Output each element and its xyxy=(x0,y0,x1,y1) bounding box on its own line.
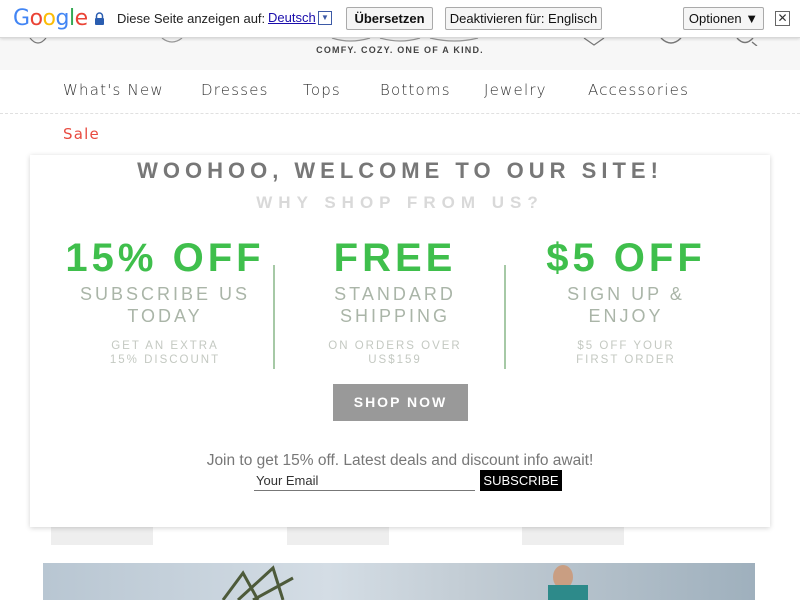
shop-now-button[interactable]: SHOP NOW xyxy=(333,384,468,421)
offer-subline: SUBSCRIBE US xyxy=(79,284,251,304)
category-tab[interactable] xyxy=(287,527,389,545)
main-nav: What's New Dresses Tops Bottoms Jewelry … xyxy=(0,70,800,114)
offer-headline: FREE xyxy=(333,236,457,280)
category-tab[interactable] xyxy=(51,527,153,545)
subscribe-button[interactable]: SUBSCRIBE xyxy=(480,470,562,491)
email-field[interactable] xyxy=(254,470,475,491)
offer-headline: 15% OFF xyxy=(65,236,265,280)
search-toggle-icon[interactable] xyxy=(160,38,184,44)
translate-prompt: Diese Seite anzeigen auf: xyxy=(117,11,266,26)
nav-item-bottoms[interactable]: Bottoms xyxy=(380,81,451,99)
offer-detail: FIRST ORDER xyxy=(576,354,676,366)
offer-sign-up: $5 OFF SIGN UP & ENJOY $5 OFF YOUR FIRST… xyxy=(511,235,741,367)
category-tab[interactable] xyxy=(522,527,624,545)
page: Google Diese Seite anzeigen auf: Deutsch… xyxy=(0,0,800,600)
nav-item-sale[interactable]: Sale xyxy=(63,125,100,143)
offer-divider xyxy=(273,265,275,369)
popup-title: WOOHOO, WELCOME TO OUR SITE! xyxy=(137,158,663,183)
logo-letter: g xyxy=(55,6,70,31)
offer-subline: TODAY xyxy=(127,306,203,326)
offer-detail: ON ORDERS OVER xyxy=(328,340,462,352)
site-header: COMFY. COZY. ONE OF A KIND. xyxy=(0,38,800,70)
offer-detail: US$159 xyxy=(368,354,422,366)
join-message: Join to get 15% off. Latest deals and di… xyxy=(206,452,594,469)
nav-item-tops[interactable]: Tops xyxy=(303,81,341,99)
nav-item-dresses[interactable]: Dresses xyxy=(201,81,269,99)
site-logo[interactable] xyxy=(330,38,480,44)
language-select[interactable]: Deutsch xyxy=(268,10,316,25)
popup-subtitle: WHY SHOP FROM US? xyxy=(256,193,544,212)
offer-subline: STANDARD xyxy=(334,284,456,304)
offer-subline: SHIPPING xyxy=(339,306,451,326)
offer-free-shipping: FREE STANDARD SHIPPING ON ORDERS OVER US… xyxy=(280,235,510,367)
logo-letter: G xyxy=(13,6,30,31)
dropdown-arrow-icon[interactable]: ▼ xyxy=(318,11,332,25)
offer-subline: ENJOY xyxy=(588,306,664,326)
welcome-popup: WOOHOO, WELCOME TO OUR SITE! WHY SHOP FR… xyxy=(30,155,770,527)
offer-detail: GET AN EXTRA xyxy=(111,340,219,352)
offer-detail: 15% DISCOUNT xyxy=(109,354,221,366)
offer-headline: $5 OFF xyxy=(546,236,706,280)
hero-photo-detail xyxy=(221,565,588,600)
translate-button[interactable]: Übersetzen xyxy=(346,7,433,30)
hero-image xyxy=(43,563,755,600)
site-tagline: COMFY. COZY. ONE OF A KIND. xyxy=(316,45,484,55)
google-logo: Google xyxy=(13,6,88,31)
nav-item-accessories[interactable]: Accessories xyxy=(588,81,689,99)
logo-letter: e xyxy=(74,6,89,31)
nav-item-jewelry[interactable]: Jewelry xyxy=(484,81,547,99)
offer-subscribe: 15% OFF SUBSCRIBE US TODAY GET AN EXTRA … xyxy=(50,235,280,367)
deactivate-button[interactable]: Deaktivieren für: Englisch xyxy=(445,7,602,30)
search-icon[interactable] xyxy=(735,38,759,46)
nav-item-whats-new[interactable]: What's New xyxy=(63,81,164,99)
user-icon[interactable] xyxy=(583,38,605,46)
lock-icon xyxy=(94,12,105,25)
cart-icon[interactable] xyxy=(660,38,682,46)
logo-letter: o xyxy=(42,6,56,31)
options-button[interactable]: Optionen ▼ xyxy=(683,7,764,30)
close-icon[interactable]: ✕ xyxy=(775,11,790,26)
logo-letter: o xyxy=(29,6,43,31)
offer-divider xyxy=(504,265,506,369)
offer-subline: SIGN UP & xyxy=(567,284,685,304)
google-translate-bar: Google Diese Seite anzeigen auf: Deutsch… xyxy=(0,0,800,38)
offer-detail: $5 OFF YOUR xyxy=(577,340,675,352)
